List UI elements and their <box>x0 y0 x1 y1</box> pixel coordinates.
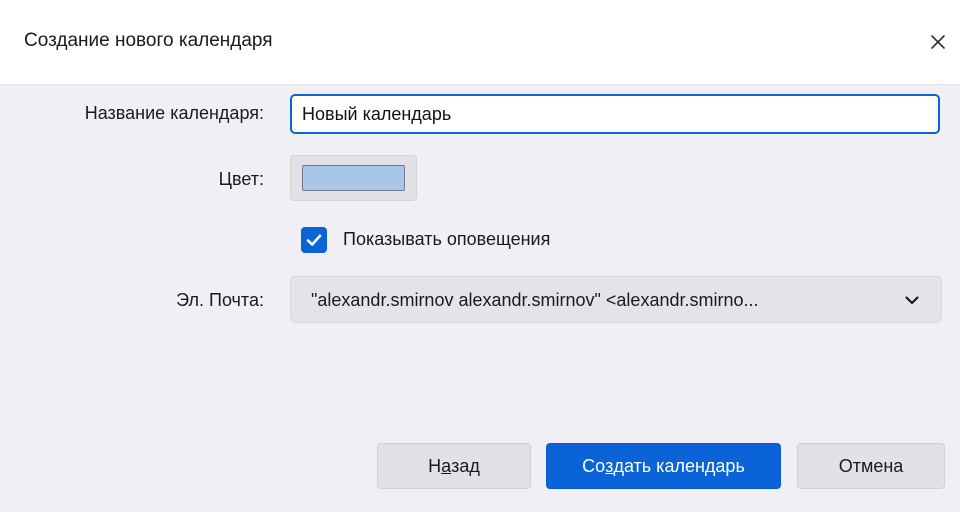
close-button[interactable] <box>918 22 958 62</box>
color-label: Цвет: <box>218 169 264 189</box>
checkmark-icon <box>306 234 322 246</box>
close-icon <box>931 35 945 49</box>
back-button-label-pre: Н <box>428 455 442 476</box>
create-button-accesskey: з <box>605 455 614 476</box>
email-select[interactable]: "alexandr.smirnov alexandr.smirnov" <ale… <box>290 276 942 323</box>
color-swatch <box>302 165 405 191</box>
calendar-name-input[interactable] <box>290 94 940 134</box>
email-select-value: "alexandr.smirnov alexandr.smirnov" <ale… <box>311 290 759 310</box>
back-button[interactable]: На зад <box>377 443 531 489</box>
create-calendar-button[interactable]: Со з дать календарь <box>546 443 781 489</box>
show-notifications-checkbox[interactable] <box>301 227 327 253</box>
show-notifications-label: Показывать оповещения <box>343 229 551 249</box>
color-picker-button[interactable] <box>290 155 417 201</box>
create-button-label-post: дать календарь <box>613 455 745 476</box>
calendar-name-label: Название календаря: <box>84 103 264 123</box>
cancel-button[interactable]: Отмена <box>797 443 945 489</box>
dialog-titlebar: Создание нового календаря <box>0 0 960 84</box>
dialog-title: Создание нового календаря <box>24 30 273 51</box>
back-button-accesskey: а <box>441 455 452 476</box>
back-button-label-post: зад <box>451 455 480 476</box>
email-label: Эл. Почта: <box>176 290 264 310</box>
create-button-label-pre: Со <box>582 455 606 476</box>
chevron-down-icon <box>905 296 919 305</box>
